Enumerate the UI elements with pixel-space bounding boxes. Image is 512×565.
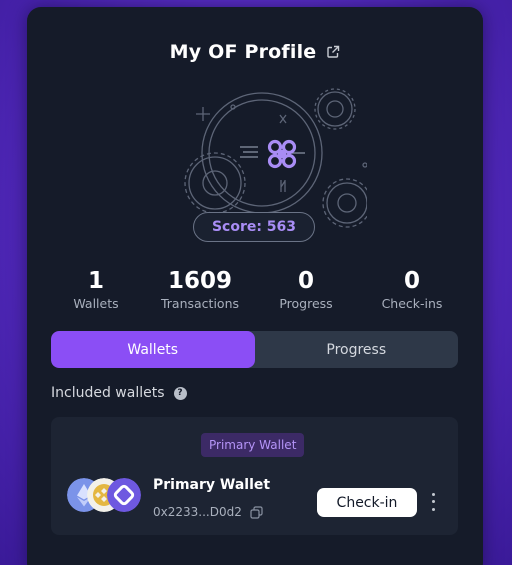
included-wallets-header: Included wallets ? (51, 385, 187, 401)
more-options-icon[interactable] (427, 491, 439, 513)
wallet-address-row: 0x2233...D0d2 (153, 505, 263, 519)
wallet-card: Primary Wallet Primary Wallet 0x2233...D… (51, 417, 458, 535)
stat-transactions: 1609 Transactions (145, 267, 255, 311)
chain-icon (107, 478, 141, 512)
page-title: My OF Profile (169, 41, 317, 63)
profile-card: My OF Profile Score: 563 1 Wallets 1609 … (27, 7, 483, 565)
stat-label: Wallets (73, 296, 119, 311)
stat-value: 0 (297, 268, 314, 294)
tab-progress[interactable]: Progress (255, 331, 459, 368)
help-icon[interactable]: ? (173, 386, 187, 400)
wallet-chain-icons (67, 478, 147, 512)
included-wallets-label: Included wallets (51, 385, 165, 401)
tab-wallets[interactable]: Wallets (51, 331, 255, 368)
score-badge: Score: 563 (193, 212, 315, 242)
stat-value: 1609 (167, 268, 232, 294)
stat-progress: 0 Progress (251, 267, 361, 311)
stat-value: 0 (403, 268, 420, 294)
external-link-icon[interactable] (326, 45, 340, 59)
copy-icon[interactable] (250, 505, 263, 519)
checkin-button[interactable]: Check-in (317, 488, 417, 517)
stat-wallets: 1 Wallets (41, 267, 151, 311)
title-row: My OF Profile (27, 41, 483, 63)
wallet-name: Primary Wallet (153, 477, 271, 493)
of-logo (267, 139, 297, 169)
stat-value: 1 (87, 268, 104, 294)
stat-checkins: 0 Check-ins (357, 267, 467, 311)
stat-label: Check-ins (381, 296, 443, 311)
wallet-address: 0x2233...D0d2 (153, 505, 242, 519)
stat-label: Progress (279, 296, 333, 311)
primary-wallet-badge: Primary Wallet (201, 433, 305, 457)
stat-label: Transactions (160, 296, 240, 311)
tab-bar: Wallets Progress (51, 331, 458, 368)
